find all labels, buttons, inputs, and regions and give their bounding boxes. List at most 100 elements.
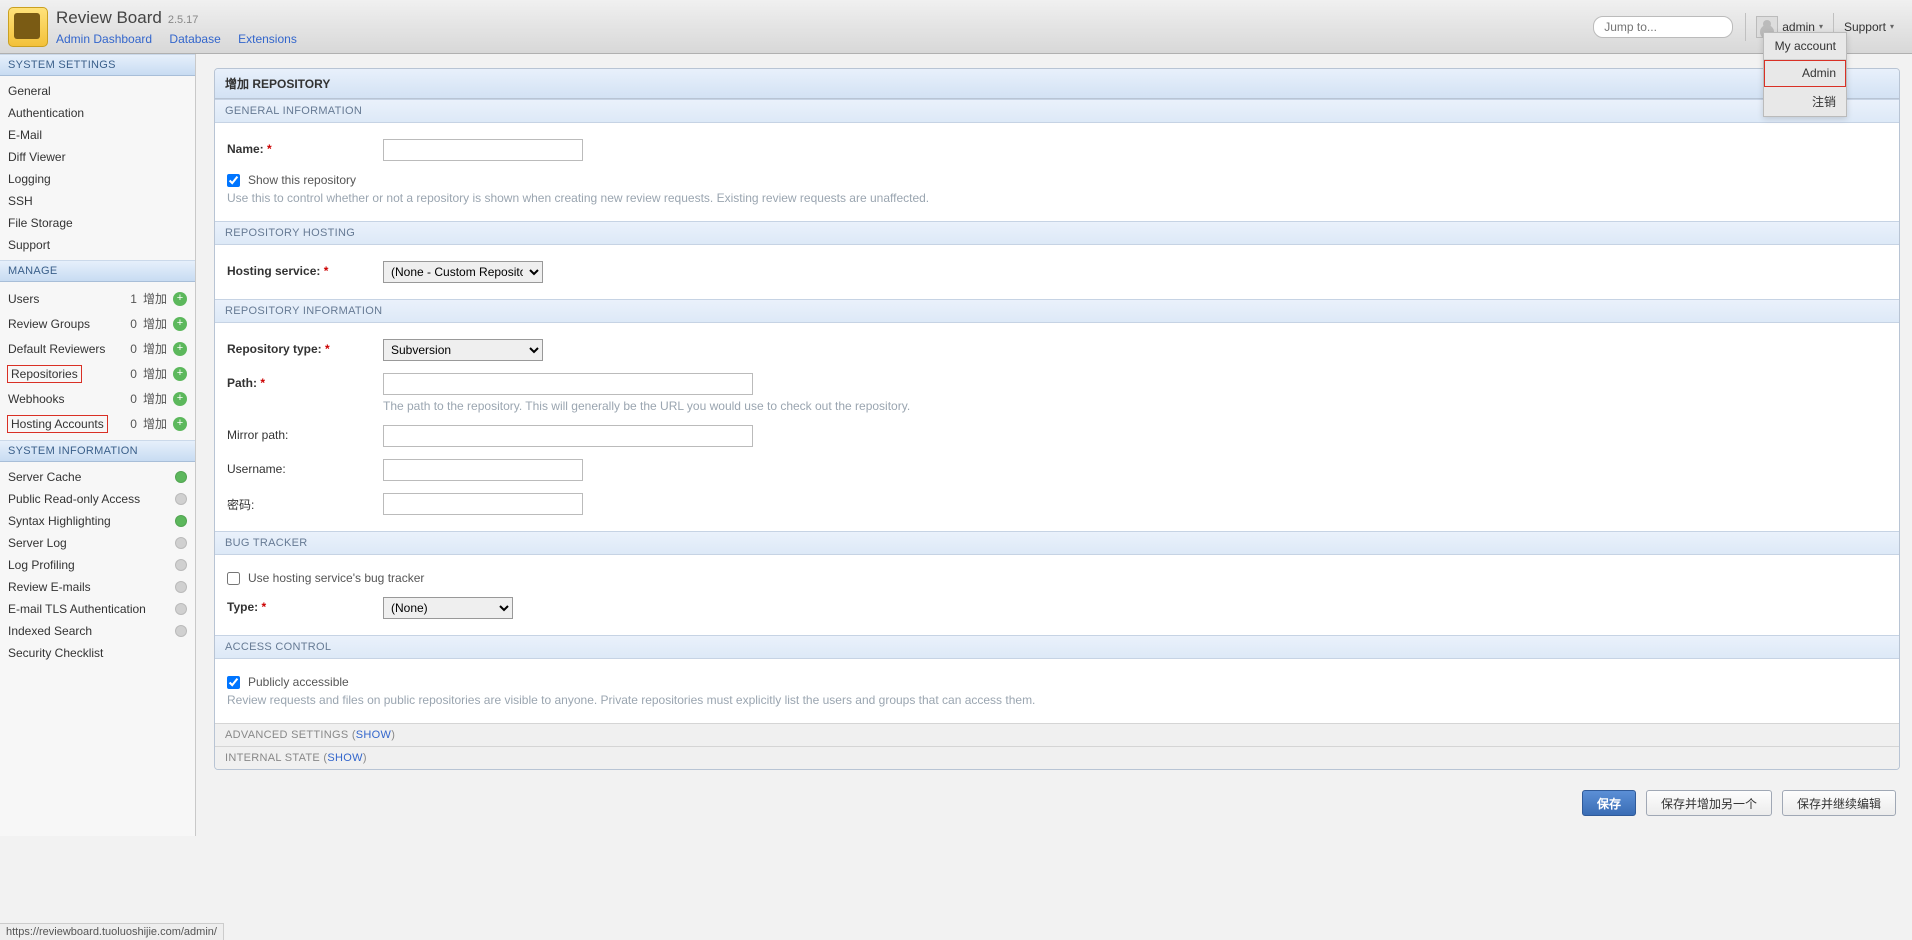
add-label[interactable]: 增加 (143, 290, 167, 307)
status-dot-icon (175, 559, 187, 571)
sidebar-item[interactable]: Log Profiling (0, 554, 195, 576)
sidebar-item[interactable]: File Storage (0, 212, 195, 234)
public-accessible-checkbox[interactable] (227, 676, 240, 689)
hosting-service-select[interactable]: (None - Custom Repository) (383, 261, 543, 283)
plus-icon[interactable]: + (173, 417, 187, 431)
nav-links: Admin Dashboard Database Extensions (56, 32, 311, 46)
show-internal-link[interactable]: SHOW (327, 752, 362, 764)
sidebar-item[interactable]: General (0, 80, 195, 102)
caret-down-icon: ▾ (1819, 22, 1823, 31)
app-version: 2.5.17 (168, 14, 199, 26)
repo-type-select[interactable]: Subversion (383, 339, 543, 361)
access-control-area: Publicly accessible Review requests and … (215, 659, 1899, 723)
sidebar-item[interactable]: E-Mail (0, 124, 195, 146)
sidebar-item[interactable]: Support (0, 234, 195, 256)
bug-type-select[interactable]: (None) (383, 597, 513, 619)
sidebar-head-system-info: SYSTEM INFORMATION (0, 440, 195, 462)
save-button[interactable]: 保存 (1582, 790, 1636, 816)
sidebar-head-system-settings: SYSTEM SETTINGS (0, 54, 195, 76)
logo-icon (8, 7, 48, 47)
sidebar-item[interactable]: SSH (0, 190, 195, 212)
add-label[interactable]: 增加 (143, 365, 167, 382)
count: 1 (130, 292, 137, 306)
username-input[interactable] (383, 459, 583, 481)
use-hosting-bug-label: Use hosting service's bug tracker (248, 571, 424, 585)
plus-icon[interactable]: + (173, 342, 187, 356)
sidebar-item[interactable]: Hosting Accounts0增加+ (0, 411, 195, 436)
show-advanced-link[interactable]: SHOW (356, 729, 391, 741)
jump-to-input[interactable] (1593, 16, 1733, 38)
status-dot-icon (175, 603, 187, 615)
sidebar: SYSTEM SETTINGS GeneralAuthenticationE-M… (0, 54, 196, 836)
save-add-button[interactable]: 保存并增加另一个 (1646, 790, 1772, 816)
section-advanced[interactable]: ADVANCED SETTINGS (SHOW) (215, 723, 1899, 746)
sidebar-item[interactable]: Default Reviewers0增加+ (0, 336, 195, 361)
section-access-control: ACCESS CONTROL (215, 635, 1899, 659)
sidebar-item[interactable]: Users1增加+ (0, 286, 195, 311)
sidebar-item[interactable]: Authentication (0, 102, 195, 124)
plus-icon[interactable]: + (173, 317, 187, 331)
dropdown-my-account[interactable]: My account (1764, 33, 1846, 60)
sidebar-item[interactable]: Logging (0, 168, 195, 190)
add-label[interactable]: 增加 (143, 390, 167, 407)
use-hosting-bug-checkbox[interactable] (227, 572, 240, 585)
section-general-info: GENERAL INFORMATION (215, 99, 1899, 123)
topbar: Review Board 2.5.17 Admin Dashboard Data… (0, 0, 1912, 54)
sidebar-item[interactable]: Server Cache (0, 466, 195, 488)
mirror-path-input[interactable] (383, 425, 753, 447)
manage-list: Users1增加+Review Groups0增加+Default Review… (0, 282, 195, 440)
plus-icon[interactable]: + (173, 292, 187, 306)
dropdown-admin[interactable]: Admin (1764, 60, 1846, 87)
label-path: Path: * (227, 373, 383, 390)
label-repo-type: Repository type: * (227, 339, 383, 356)
sidebar-item[interactable]: Server Log (0, 532, 195, 554)
sidebar-head-manage: MANAGE (0, 260, 195, 282)
nav-extensions[interactable]: Extensions (238, 32, 297, 46)
general-info-area: Name: * Show this repository Use this to… (215, 123, 1899, 221)
user-dropdown: My account Admin 注销 (1763, 32, 1847, 117)
plus-icon[interactable]: + (173, 367, 187, 381)
dropdown-logout[interactable]: 注销 (1764, 87, 1846, 116)
sidebar-item[interactable]: E-mail TLS Authentication (0, 598, 195, 620)
add-label[interactable]: 增加 (143, 315, 167, 332)
show-repo-help: Use this to control whether or not a rep… (227, 191, 1887, 205)
nav-admin-dashboard[interactable]: Admin Dashboard (56, 32, 152, 46)
password-input[interactable] (383, 493, 583, 515)
public-accessible-label: Publicly accessible (248, 675, 349, 689)
status-dot-icon (175, 493, 187, 505)
sidebar-item[interactable]: Diff Viewer (0, 146, 195, 168)
name-input[interactable] (383, 139, 583, 161)
support-label: Support (1844, 20, 1886, 34)
count: 0 (130, 367, 137, 381)
repo-info-area: Repository type: * Subversion Path: * Th… (215, 323, 1899, 531)
add-label[interactable]: 增加 (143, 415, 167, 432)
plus-icon[interactable]: + (173, 392, 187, 406)
show-repo-checkbox[interactable] (227, 174, 240, 187)
sidebar-item[interactable]: Review E-mails (0, 576, 195, 598)
public-help: Review requests and files on public repo… (227, 693, 1887, 707)
path-input[interactable] (383, 373, 753, 395)
sidebar-item[interactable]: Security Checklist (0, 642, 195, 664)
sidebar-item[interactable]: Repositories0增加+ (0, 361, 195, 386)
nav-database[interactable]: Database (169, 32, 220, 46)
count: 0 (130, 342, 137, 356)
show-repo-label: Show this repository (248, 173, 356, 187)
sidebar-item[interactable]: Syntax Highlighting (0, 510, 195, 532)
label-name: Name: * (227, 139, 383, 156)
section-internal[interactable]: INTERNAL STATE (SHOW) (215, 746, 1899, 769)
layout: SYSTEM SETTINGS GeneralAuthenticationE-M… (0, 54, 1912, 836)
sidebar-item[interactable]: Public Read-only Access (0, 488, 195, 510)
bug-tracker-area: Use hosting service's bug tracker Type: … (215, 555, 1899, 635)
section-repo-hosting: REPOSITORY HOSTING (215, 221, 1899, 245)
section-bug-tracker: BUG TRACKER (215, 531, 1899, 555)
count: 0 (130, 317, 137, 331)
sidebar-item[interactable]: Review Groups0增加+ (0, 311, 195, 336)
label-username: Username: (227, 459, 383, 476)
count: 0 (130, 417, 137, 431)
sidebar-item[interactable]: Webhooks0增加+ (0, 386, 195, 411)
form-panel: 增加 REPOSITORY GENERAL INFORMATION Name: … (214, 68, 1900, 770)
add-label[interactable]: 增加 (143, 340, 167, 357)
form-title: 增加 REPOSITORY (215, 69, 1899, 99)
sidebar-item[interactable]: Indexed Search (0, 620, 195, 642)
save-continue-button[interactable]: 保存并继续编辑 (1782, 790, 1896, 816)
